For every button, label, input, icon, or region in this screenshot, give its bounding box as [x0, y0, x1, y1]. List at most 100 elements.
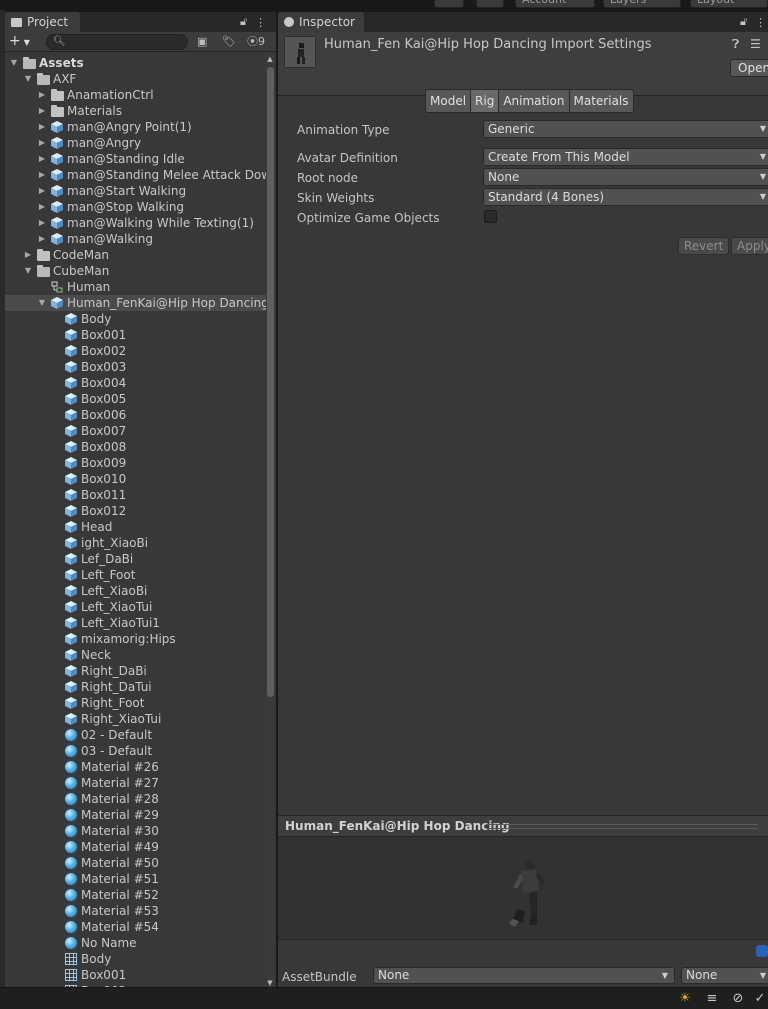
tree-item-box002[interactable]: Box002 — [5, 343, 266, 359]
tree-item-material-51[interactable]: Material #51 — [5, 871, 266, 887]
expand-arrow-right-icon[interactable]: ▶ — [37, 151, 47, 167]
tree-item-man-walking-while-texting-1[interactable]: ▶ man@Walking While Texting(1) — [5, 215, 266, 231]
expand-arrow-right-icon[interactable]: ▶ — [37, 103, 47, 119]
auto-generate-lighting-icon[interactable]: ⊘ — [730, 991, 746, 1007]
tree-item-box001[interactable]: Box001 — [5, 327, 266, 343]
model-preview[interactable] — [278, 837, 768, 939]
expand-arrow-right-icon[interactable]: ▶ — [37, 87, 47, 103]
search-input[interactable]: 🔍︎ — [46, 34, 188, 50]
tree-item-mixamorig-hips[interactable]: mixamorig:Hips — [5, 631, 266, 647]
expand-arrow-right-icon[interactable]: ▶ — [37, 135, 47, 151]
tree-item-head[interactable]: Head — [5, 519, 266, 535]
tab-materials[interactable]: Materials — [568, 89, 634, 113]
kebab-menu-icon[interactable]: ⋮ — [755, 16, 766, 29]
tree-item-left-xiaotui1[interactable]: Left_XiaoTui1 — [5, 615, 266, 631]
tree-item-left-foot[interactable]: Left_Foot — [5, 567, 266, 583]
tab-rig[interactable]: Rig — [470, 89, 500, 113]
settings-sliders-icon[interactable]: ☰ — [750, 37, 761, 51]
tree-item-man-start-walking[interactable]: ▶ man@Start Walking — [5, 183, 266, 199]
tree-item-ight-xiaobi[interactable]: ight_XiaoBi — [5, 535, 266, 551]
root-node-dropdown[interactable]: None ▼ — [483, 168, 768, 186]
tab-inspector[interactable]: Inspector — [278, 12, 364, 32]
tree-item-right-foot[interactable]: Right_Foot — [5, 695, 266, 711]
debug-bug-icon[interactable]: ☀︎ — [677, 991, 693, 1007]
assetbundle-variant-dropdown[interactable]: None ▼ — [681, 967, 768, 984]
expand-arrow-down-icon[interactable]: ▼ — [37, 295, 47, 311]
tree-item-material-54[interactable]: Material #54 — [5, 919, 266, 935]
expand-arrow-down-icon[interactable]: ▼ — [23, 71, 33, 87]
tree-item-man-angry-point-1[interactable]: ▶ man@Angry Point(1) — [5, 119, 266, 135]
preview-header[interactable]: Human_FenKai@Hip Hop Dancing — [278, 815, 768, 837]
expand-arrow-down-icon[interactable]: ▼ — [9, 55, 19, 71]
tree-item-box007[interactable]: Box007 — [5, 423, 266, 439]
tree-item-box011[interactable]: Box011 — [5, 487, 266, 503]
tree-item-box010[interactable]: Box010 — [5, 471, 266, 487]
tree-item-codeman[interactable]: ▶ CodeMan — [5, 247, 266, 263]
tab-project[interactable]: Project — [5, 12, 80, 32]
preview-drag-handle[interactable] — [486, 824, 758, 829]
tree-item-material-52[interactable]: Material #52 — [5, 887, 266, 903]
tree-item-neck[interactable]: Neck — [5, 647, 266, 663]
tree-item-man-standing-melee-attack-downward[interactable]: ▶ man@Standing Melee Attack Downward — [5, 167, 266, 183]
tree-item-body[interactable]: Body — [5, 951, 266, 967]
tree-item-material-30[interactable]: Material #30 — [5, 823, 266, 839]
tree-item-assets[interactable]: ▼ Assets — [5, 55, 266, 71]
tree-item-no-name[interactable]: No Name — [5, 935, 266, 951]
tree-item-right-datui[interactable]: Right_DaTui — [5, 679, 266, 695]
kebab-menu-icon[interactable]: ⋮ — [255, 16, 266, 29]
account-dropdown[interactable]: Account — [515, 0, 595, 8]
expand-arrow-right-icon[interactable]: ▶ — [23, 247, 33, 263]
assetbundle-dropdown[interactable]: None ▼ — [373, 967, 675, 984]
tab-model[interactable]: Model — [425, 89, 472, 113]
tree-item-material-28[interactable]: Material #28 — [5, 791, 266, 807]
tree-item-material-50[interactable]: Material #50 — [5, 855, 266, 871]
tree-item-box009[interactable]: Box009 — [5, 455, 266, 471]
apply-button[interactable]: Apply — [731, 237, 768, 255]
cloud-icon[interactable] — [434, 0, 464, 8]
animation-type-dropdown[interactable]: Generic ▼ — [483, 120, 768, 138]
help-icon[interactable]: ❓︎ — [732, 37, 739, 52]
search-by-type-icon[interactable]: ▣ — [197, 34, 207, 50]
open-button[interactable]: Open — [730, 59, 768, 77]
scroll-down-icon[interactable]: ▼ — [266, 979, 274, 987]
tree-item-box012[interactable]: Box012 — [5, 503, 266, 519]
hidden-packages-toggle[interactable]: ⦿9 — [247, 34, 265, 50]
tree-item-02-default[interactable]: 02 - Default — [5, 727, 266, 743]
layout-dropdown[interactable]: Layout — [690, 0, 768, 8]
create-button[interactable]: + ▼ — [9, 33, 39, 50]
tree-item-material-53[interactable]: Material #53 — [5, 903, 266, 919]
tree-item-material-49[interactable]: Material #49 — [5, 839, 266, 855]
project-scrollbar[interactable]: ▲ ▼ — [266, 55, 274, 987]
tree-item-left-xiaotui[interactable]: Left_XiaoTui — [5, 599, 266, 615]
tree-item-man-stop-walking[interactable]: ▶ man@Stop Walking — [5, 199, 266, 215]
tree-item-box001[interactable]: Box001 — [5, 967, 266, 983]
tab-animation[interactable]: Animation — [498, 89, 570, 113]
tree-item-man-standing-idle[interactable]: ▶ man@Standing Idle — [5, 151, 266, 167]
tree-item-body[interactable]: Body — [5, 311, 266, 327]
tree-item-03-default[interactable]: 03 - Default — [5, 743, 266, 759]
label-filter-icon[interactable]: 🏷︎ — [222, 34, 236, 50]
tree-item-cubeman[interactable]: ▼ CubeMan — [5, 263, 266, 279]
tree-item-box003[interactable]: Box003 — [5, 359, 266, 375]
tree-item-man-angry[interactable]: ▶ man@Angry — [5, 135, 266, 151]
tree-item-box006[interactable]: Box006 — [5, 407, 266, 423]
avatar-definition-dropdown[interactable]: Create From This Model ▼ — [483, 148, 768, 166]
tree-item-materials[interactable]: ▶ Materials — [5, 103, 266, 119]
tree-item-axf[interactable]: ▼ AXF — [5, 71, 266, 87]
lock-icon[interactable]: 🔓︎ — [740, 15, 747, 29]
tree-item-lef-dabi[interactable]: Lef_DaBi — [5, 551, 266, 567]
layers-stack-icon[interactable]: ≡ — [704, 991, 720, 1007]
progress-check-icon[interactable]: ✓ — [752, 991, 768, 1007]
scroll-up-icon[interactable]: ▲ — [266, 55, 274, 63]
lock-icon[interactable]: 🔓︎ — [240, 15, 247, 29]
bookmark-icon[interactable] — [756, 945, 768, 957]
scrollbar-thumb[interactable] — [267, 67, 274, 697]
tree-item-box005[interactable]: Box005 — [5, 391, 266, 407]
layers-dropdown[interactable]: Layers — [603, 0, 681, 8]
tree-item-material-27[interactable]: Material #27 — [5, 775, 266, 791]
expand-arrow-right-icon[interactable]: ▶ — [37, 167, 47, 183]
tree-item-material-26[interactable]: Material #26 — [5, 759, 266, 775]
tree-item-left-xiaobi[interactable]: Left_XiaoBi — [5, 583, 266, 599]
expand-arrow-right-icon[interactable]: ▶ — [37, 215, 47, 231]
tree-item-anamationctrl[interactable]: ▶ AnamationCtrl — [5, 87, 266, 103]
